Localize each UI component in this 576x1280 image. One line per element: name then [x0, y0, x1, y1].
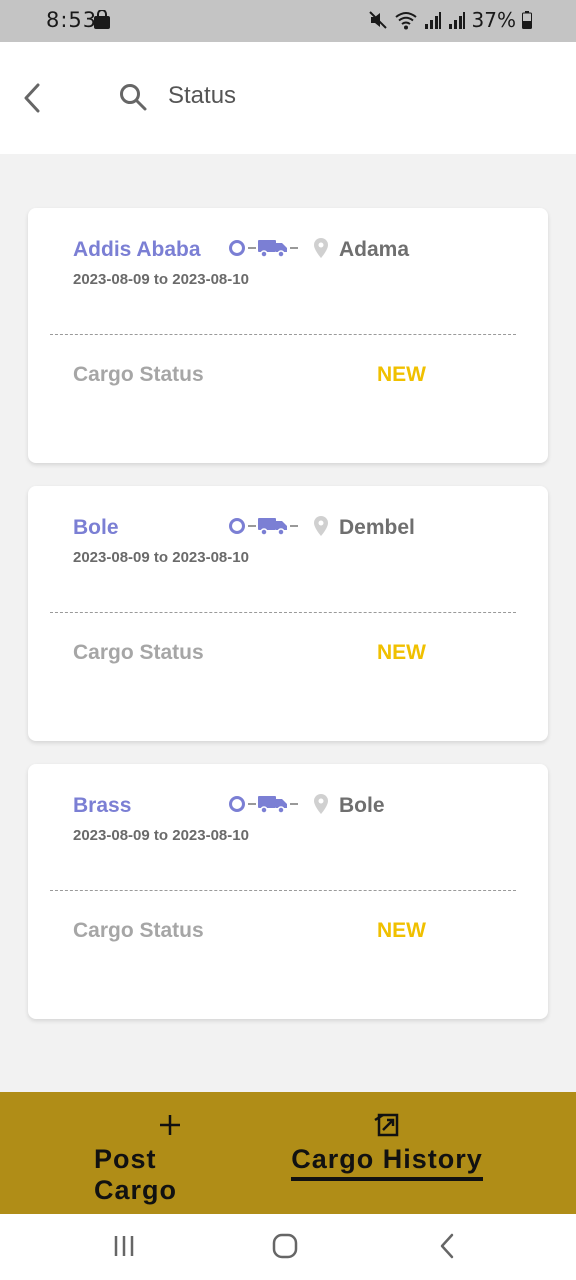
- cargo-status-value: NEW: [377, 363, 426, 386]
- cargo-card[interactable]: Brass Bole 2023-08-09 to 2023-08-10 Carg…: [28, 764, 548, 1019]
- origin-city: Addis Ababa: [73, 238, 201, 261]
- signal-icon: [424, 10, 442, 30]
- origin-circle-icon: [229, 796, 245, 812]
- history-document-icon: [374, 1113, 399, 1137]
- cargo-history-button[interactable]: Cargo History: [290, 1112, 484, 1181]
- dashed-divider: [50, 612, 516, 613]
- route-indicator: [228, 238, 328, 258]
- location-pin-icon: [314, 238, 328, 258]
- date-range: 2023-08-09 to 2023-08-10: [73, 827, 249, 844]
- destination-city: Adama: [339, 238, 410, 261]
- page-title: Status: [168, 82, 237, 109]
- dashed-divider: [50, 890, 516, 891]
- shopping-bag-icon: [93, 9, 111, 35]
- battery-percent: 37%: [471, 8, 516, 32]
- date-range: 2023-08-09 to 2023-08-10: [73, 549, 249, 566]
- back-button[interactable]: [14, 78, 50, 118]
- app-bar: Status: [0, 42, 576, 154]
- status-indicators: 37%: [368, 8, 532, 32]
- route-indicator: [228, 794, 328, 814]
- bottom-nav: Post Cargo Cargo History: [0, 1092, 576, 1214]
- origin-circle-icon: [229, 240, 245, 256]
- cargo-history-label: Cargo History: [291, 1144, 483, 1181]
- truck-icon: [258, 796, 287, 814]
- wifi-icon: [394, 10, 418, 30]
- status-bar: 8:53 37%: [0, 0, 576, 42]
- origin-city: Bole: [73, 516, 119, 539]
- origin-city: Brass: [73, 794, 132, 817]
- cargo-card[interactable]: Addis Ababa Adama 2023-08-09 to 2023-08-…: [28, 208, 548, 463]
- truck-icon: [258, 240, 287, 258]
- origin-circle-icon: [229, 518, 245, 534]
- date-range: 2023-08-09 to 2023-08-10: [73, 271, 249, 288]
- location-pin-icon: [314, 794, 328, 814]
- cargo-status-label: Cargo Status: [73, 641, 204, 664]
- cargo-list: Addis Ababa Adama 2023-08-09 to 2023-08-…: [28, 208, 548, 1042]
- destination-city: Dembel: [339, 516, 415, 539]
- route-indicator: [228, 516, 328, 536]
- home-icon[interactable]: [272, 1233, 298, 1264]
- battery-icon: [522, 11, 532, 29]
- cargo-status-label: Cargo Status: [73, 919, 204, 942]
- status-time: 8:53: [46, 8, 98, 32]
- system-nav-bar: [0, 1214, 576, 1280]
- chevron-left-icon: [24, 83, 40, 113]
- plus-icon: [160, 1115, 180, 1135]
- search-icon[interactable]: [118, 82, 148, 117]
- destination-city: Bole: [339, 794, 385, 817]
- cargo-card[interactable]: Bole Dembel 2023-08-09 to 2023-08-10 Car…: [28, 486, 548, 741]
- cargo-status-label: Cargo Status: [73, 363, 204, 386]
- post-cargo-button[interactable]: Post Cargo: [94, 1112, 246, 1206]
- recent-apps-icon[interactable]: [112, 1234, 136, 1263]
- dashed-divider: [50, 334, 516, 335]
- signal-icon-2: [448, 10, 466, 30]
- cargo-status-value: NEW: [377, 919, 426, 942]
- location-pin-icon: [314, 516, 328, 536]
- post-cargo-label: Post Cargo: [94, 1144, 178, 1205]
- cargo-status-value: NEW: [377, 641, 426, 664]
- mute-icon: [368, 10, 388, 30]
- system-back-icon[interactable]: [438, 1233, 456, 1264]
- truck-icon: [258, 518, 287, 536]
